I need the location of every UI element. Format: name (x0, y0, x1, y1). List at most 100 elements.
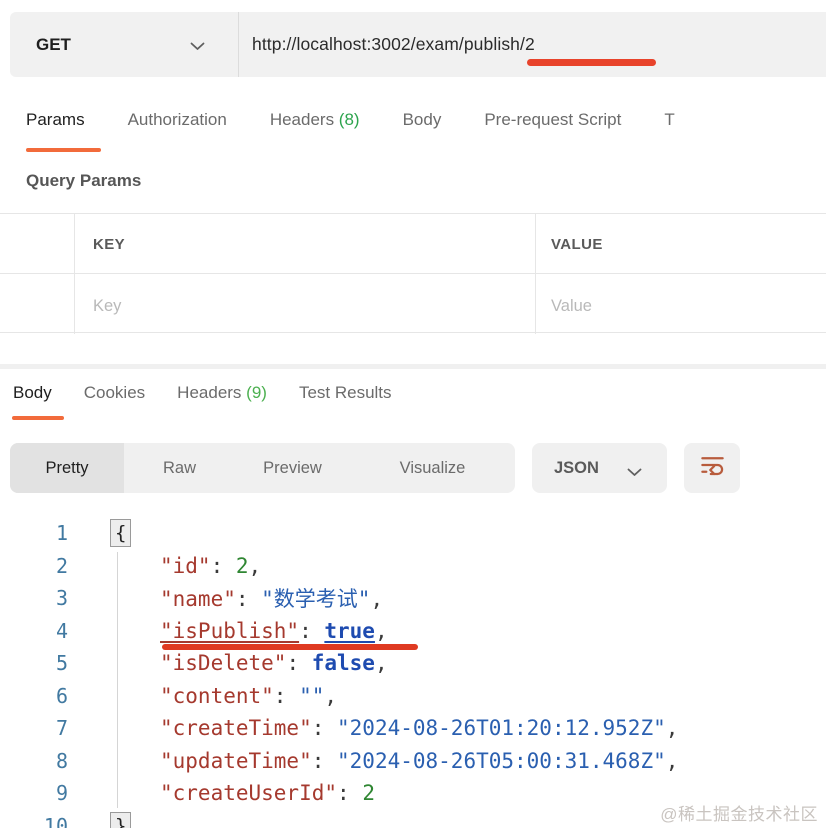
code-text: "createUserId": 2 (160, 781, 375, 805)
token-punc: : (274, 684, 299, 708)
url-input[interactable]: http://localhost:3002/exam/publish/2 (252, 12, 535, 77)
response-tabs: BodyCookiesHeaders (9)Test Results (0, 383, 826, 423)
token-bool: false (312, 651, 375, 675)
token-punc: : (286, 651, 311, 675)
view-mode-preview[interactable]: Preview (235, 443, 350, 493)
line-number: 9 (0, 781, 68, 805)
line-number: 5 (0, 651, 68, 675)
token-punc: : (236, 587, 261, 611)
fold-brace[interactable]: { (110, 519, 131, 547)
line-number: 4 (0, 619, 68, 643)
tab-count-badge: (9) (246, 383, 267, 402)
format-label: JSON (554, 459, 599, 478)
line-number: 8 (0, 749, 68, 773)
code-line: 2"id": 2, (0, 550, 826, 583)
code-line: 4 "isPublish": true, (0, 615, 826, 648)
token-str: "数学考试" (261, 587, 370, 611)
token-key: "id" (160, 554, 211, 578)
url-annotation-underline (527, 59, 656, 66)
token-punc: , (666, 716, 679, 740)
active-tab-underline (26, 148, 101, 152)
line-number: 2 (0, 554, 68, 578)
table-col-divider (535, 214, 536, 334)
code-text: "updateTime": "2024-08-26T05:00:31.468Z"… (160, 749, 678, 773)
method-url-divider (238, 12, 239, 77)
response-tab-test-results[interactable]: Test Results (299, 383, 392, 423)
code-line: 7 "createTime": "2024-08-26T01:20:12.952Z… (0, 712, 826, 745)
query-params-table: KEY VALUE Key Value (0, 213, 826, 333)
table-col-divider (74, 214, 75, 334)
fold-brace[interactable]: } (110, 812, 131, 828)
wrap-text-button[interactable] (684, 443, 740, 493)
tab-body[interactable]: Body (403, 110, 442, 130)
token-key: "isPublish" (160, 619, 299, 643)
key-column-header: KEY (93, 236, 125, 253)
table-row-divider (0, 273, 826, 274)
token-num: 2 (236, 554, 249, 578)
view-mode-pretty[interactable]: Pretty (10, 443, 124, 493)
token-key: "createUserId" (160, 781, 337, 805)
tab-t[interactable]: T (664, 110, 674, 130)
postman-response-view: GET http://localhost:3002/exam/publish/2… (0, 0, 826, 828)
key-input[interactable]: Key (93, 297, 121, 316)
view-mode-raw[interactable]: Raw (124, 443, 235, 493)
token-punc: : (211, 554, 236, 578)
value-column-header: VALUE (551, 236, 603, 253)
token-bool: true (324, 619, 375, 643)
response-body-code[interactable]: 1{2"id": 2,3"name": "数学考试",4"isPublish":… (0, 517, 826, 828)
chevron-down-icon (627, 464, 642, 482)
token-key: "content" (160, 684, 274, 708)
tab-authorization[interactable]: Authorization (128, 110, 227, 130)
token-str: "" (299, 684, 324, 708)
tab-headers[interactable]: Headers (8) (270, 110, 360, 130)
response-view-bar: PrettyRawPreviewVisualize JSON (0, 443, 826, 493)
method-selector[interactable]: GET (10, 12, 238, 77)
query-params-title: Query Params (26, 171, 141, 191)
token-str: "2024-08-26T01:20:12.952Z" (337, 716, 666, 740)
token-punc: , (666, 749, 679, 773)
code-text: } (110, 812, 131, 828)
token-str: "2024-08-26T05:00:31.468Z" (337, 749, 666, 773)
code-line: 1{ (0, 517, 826, 550)
token-punc: : (299, 619, 324, 643)
token-punc: , (375, 619, 388, 643)
code-line: 8 "updateTime": "2024-08-26T05:00:31.468Z… (0, 745, 826, 778)
line-number: 7 (0, 716, 68, 740)
line-number: 10 (0, 814, 68, 828)
code-text: "isDelete": false, (160, 651, 388, 675)
section-divider (0, 364, 826, 369)
wrap-text-icon (699, 452, 726, 484)
tab-params[interactable]: Params (26, 110, 85, 130)
line-number: 1 (0, 521, 68, 545)
token-punc: : (337, 781, 362, 805)
token-punc: : (312, 716, 337, 740)
value-input[interactable]: Value (551, 297, 592, 316)
line-number: 6 (0, 684, 68, 708)
code-text: "content": "", (160, 684, 337, 708)
method-label: GET (36, 35, 71, 55)
view-mode-segmented-control: PrettyRawPreviewVisualize (10, 443, 515, 493)
code-text: "name": "数学考试", (160, 583, 383, 613)
token-key: "createTime" (160, 716, 312, 740)
line-number: 3 (0, 586, 68, 610)
request-tabs: Params Authorization Headers (8) Body Pre-re… (0, 110, 826, 154)
view-mode-visualize[interactable]: Visualize (350, 443, 515, 493)
token-key: "updateTime" (160, 749, 312, 773)
code-line: 5 "isDelete": false, (0, 647, 826, 680)
code-line: 6 "content": "", (0, 680, 826, 713)
token-num: 2 (362, 781, 375, 805)
code-text: { (110, 519, 131, 547)
code-text: "createTime": "2024-08-26T01:20:12.952Z"… (160, 716, 678, 740)
code-text-underlined: "isPublish": true, (160, 619, 388, 643)
response-tab-headers[interactable]: Headers (9) (177, 383, 267, 423)
token-punc: , (324, 684, 337, 708)
token-punc: , (249, 554, 262, 578)
tab-pre-request-script[interactable]: Pre-request Script (484, 110, 621, 130)
token-punc: : (312, 749, 337, 773)
token-punc: , (375, 651, 388, 675)
tab-count-badge: (8) (339, 110, 360, 129)
response-tab-cookies[interactable]: Cookies (84, 383, 145, 423)
watermark: @稀土掘金技术社区 (660, 800, 818, 825)
format-dropdown[interactable]: JSON (532, 443, 667, 493)
code-text: "id": 2, (160, 554, 261, 578)
